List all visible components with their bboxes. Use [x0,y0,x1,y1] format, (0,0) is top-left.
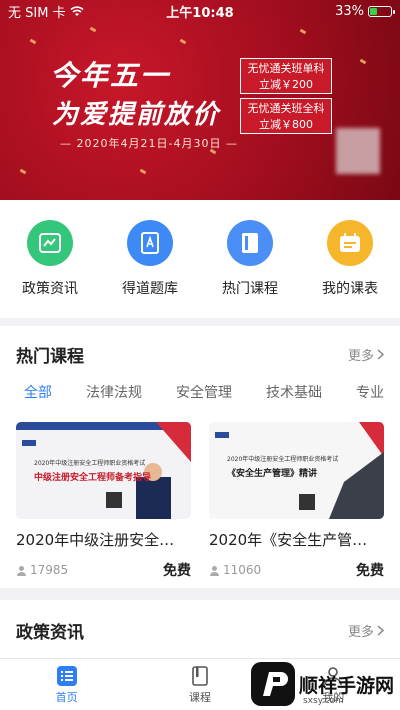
watermark-subtext: sxsy.com [302,696,344,706]
tab-all[interactable]: 全部 [24,382,52,406]
section-title: 热门课程 [16,346,84,367]
thumb-subtitle: 2020年中级注册安全工程师职业资格考试 [34,460,146,467]
tab-home[interactable]: 首页 [27,665,107,705]
question-bank-icon [127,220,173,266]
banner-headline: 今年五一 [50,59,171,92]
quick-nav-label: 政策资讯 [22,281,78,297]
promo-tag-line: 无忧通关班全科 [247,102,325,115]
watermark: 顺祥手游网 sxsy.com [250,662,394,706]
view-count-value: 11060 [223,563,262,577]
course-card[interactable]: 2020年中级注册安全工程师职业资格考试 中级注册安全工程师备考指导 2020年… [16,422,191,580]
quick-nav-label: 热门课程 [222,281,278,297]
course-thumbnail: 2020年中级注册安全工程师职业资格考试 中级注册安全工程师备考指导 [16,422,191,519]
promo-tag-line: 无忧通关班单科 [247,62,325,75]
banner-date-range: — 2020年4月21日-4月30日 — [60,137,238,150]
tab-safety-management[interactable]: 安全管理 [176,382,232,406]
user-icon [17,565,26,576]
quick-nav-label: 得道题库 [122,281,178,297]
course-price: 免费 [356,563,384,579]
news-icon [27,220,73,266]
view-count-value: 17985 [30,563,69,577]
course-book-icon [227,220,273,266]
quick-nav-my-schedule[interactable]: 我的课表 [305,220,395,318]
promo-tag-full: 无忧通关班全科 立减￥800 [240,98,332,134]
battery-percent: 33% [335,3,364,19]
blurred-area [336,128,380,174]
course-thumbnail: 2020年中级注册安全工程师职业资格考试 《安全生产管理》精讲 [209,422,384,519]
thumb-title: 中级注册安全工程师备考指导 [34,473,152,483]
tab-label: 课程 [188,690,211,704]
quick-nav-label: 我的课表 [322,281,378,297]
chevron-right-icon [377,624,384,636]
more-link[interactable]: 更多 [348,621,384,640]
wifi-icon [70,5,84,16]
watermark-logo [250,662,295,706]
promo-banner[interactable]: 今年五一 为爱提前放价 — 2020年4月21日-4月30日 — 无忧通关班单科… [0,0,400,200]
thumb-title: 《安全生产管理》精讲 [227,469,318,479]
promo-tag-discount: 立减￥800 [259,118,313,131]
battery-icon [368,5,395,17]
section-title: 政策资讯 [16,622,84,643]
carrier-label: 无 SIM 卡 [8,5,66,21]
tab-courses[interactable]: 课程 [160,665,240,705]
quick-nav: 政策资讯 得道题库 热门课程 我的课表 [0,200,400,318]
promo-tag-single: 无忧通关班单科 立减￥200 [240,58,332,94]
course-title: 2020年中级注册安全… [16,531,175,549]
quick-nav-policy-news[interactable]: 政策资讯 [5,220,95,318]
course-title: 2020年《安全生产管… [209,531,368,549]
book-icon [189,665,211,687]
more-link[interactable]: 更多 [348,345,384,364]
policy-news-section: 政策资讯 更多 [0,600,400,660]
home-list-icon [56,665,78,687]
view-count: 17985 [16,563,68,577]
hot-courses-section: 热门课程 更多 全部 法律法规 安全管理 技术基础 专业 2020年中级注册安全… [0,326,400,588]
view-count: 11060 [209,563,261,577]
more-label: 更多 [347,624,374,640]
course-price: 免费 [163,563,191,579]
tab-label: 首页 [55,690,78,704]
tab-technical-basics[interactable]: 技术基础 [266,382,322,406]
schedule-icon [327,220,373,266]
promo-tag-discount: 立减￥200 [259,78,313,91]
thumb-subtitle: 2020年中级注册安全工程师职业资格考试 [227,456,339,463]
watermark-text: 顺祥手游网 [298,674,394,697]
user-icon [210,565,219,576]
tab-laws[interactable]: 法律法规 [86,382,142,406]
quick-nav-hot-courses[interactable]: 热门课程 [205,220,295,318]
course-card[interactable]: 2020年中级注册安全工程师职业资格考试 《安全生产管理》精讲 2020年《安全… [209,422,384,580]
chevron-right-icon [377,348,384,360]
course-category-tabs: 全部 法律法规 安全管理 技术基础 专业 [0,382,400,406]
tab-professional[interactable]: 专业 [356,382,384,406]
banner-subheadline: 为爱提前放价 [52,100,221,130]
status-bar: 无 SIM 卡 上午10:48 33% [0,0,400,22]
quick-nav-question-bank[interactable]: 得道题库 [105,220,195,318]
more-label: 更多 [347,348,374,364]
